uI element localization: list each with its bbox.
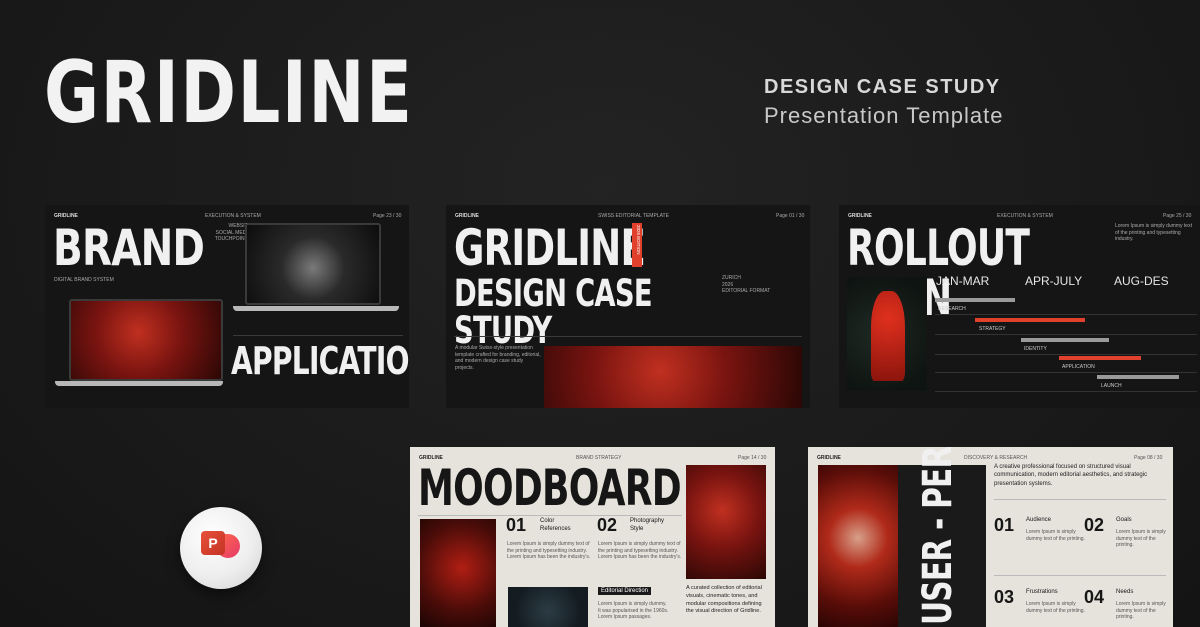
laptop-photo-portrait [245, 223, 381, 305]
mood-photo-dress [420, 519, 496, 627]
item-number: 02 [597, 515, 618, 535]
item-label: Goals [1116, 517, 1132, 523]
slide-subtitle: DIGITAL BRAND SYSTEM [54, 277, 114, 283]
slide-page: Page 08 / 30 [1134, 455, 1163, 461]
moodboard-caption: A curated collection of editorial visual… [686, 585, 762, 615]
tagline-line2: Presentation Template [764, 103, 1004, 128]
persona-vertical-title: USER - PERSONA [915, 447, 961, 625]
item-label: Frustrations [1026, 589, 1058, 595]
red-figure [871, 291, 905, 381]
main-title: GRIDLINE [44, 43, 414, 143]
slide-moodboard[interactable]: GRIDLINE BRAND STRATEGY Page 14 / 30 MOO… [410, 447, 775, 627]
slide-note: Lorem Ipsum is simply dummy text of the … [1115, 223, 1192, 242]
item-number: 03 [994, 587, 1015, 607]
slide-cover[interactable]: GRIDLINE SWISS EDITORIAL TEMPLATE Page 0… [446, 205, 810, 408]
gantt-line [935, 391, 1197, 392]
gantt-bar-identity [1021, 338, 1109, 342]
slide-brand-application[interactable]: GRIDLINE EXECUTION & SYSTEM Page 23 / 30… [45, 205, 409, 408]
editorial-label: Editorial Direction [598, 587, 652, 595]
menu-item: TOUCHPOINTS [214, 236, 251, 242]
bullet-item: Lorem Ipsum passages. [598, 614, 652, 620]
divider [994, 575, 1166, 576]
divider [994, 499, 1166, 500]
item-number: 04 [1084, 587, 1105, 607]
rollout-photo [847, 277, 927, 391]
item-number: 01 [994, 515, 1015, 535]
powerpoint-icon: P [201, 531, 225, 555]
gantt-bar-strategy [975, 318, 1085, 322]
gantt-bar-application [1059, 356, 1141, 360]
persona-intro: A creative professional focused on struc… [994, 464, 1148, 487]
gantt-line [935, 354, 1197, 355]
slide-subtitle: DESIGN CASE STUDY [454, 272, 653, 352]
item-label: Audience [1026, 517, 1052, 523]
divider [418, 515, 682, 516]
edition-label: 2026 EDITION [636, 225, 641, 255]
tagline-line1: DESIGN CASE STUDY [764, 76, 1001, 98]
gantt-label: STRATEGY [979, 326, 1006, 332]
bullet-list: Lorem Ipsum is simply dummy. It was popu… [598, 601, 682, 621]
item-label: Color References [540, 518, 571, 533]
gantt-label: IDENTITY [1024, 346, 1047, 352]
gantt-label: LAUNCH [1101, 383, 1122, 389]
slide-rollout-plan[interactable]: GRIDLINE EXECUTION & SYSTEM Page 25 / 30… [839, 205, 1200, 408]
gantt-label: APPLICATION [1062, 364, 1095, 370]
slide-user-persona[interactable]: GRIDLINE DISCOVERY & RESEARCH Page 08 / … [808, 447, 1173, 627]
divider [233, 335, 403, 336]
slide-title: GRIDLINE [454, 219, 646, 277]
item-description: Lorem Ipsum is simply dummy text of the … [1026, 529, 1085, 542]
item-description: Lorem Ipsum is simply dummy text of the … [1116, 529, 1166, 548]
slide-page: Page 25 / 30 [1163, 213, 1192, 219]
slide-description: A modular Swiss-style presentation templ… [455, 345, 541, 371]
meta-item: EDITORIAL FORMAT [722, 288, 771, 294]
laptop-photo-flowers [69, 299, 223, 381]
divider [454, 336, 802, 337]
persona-photo [818, 465, 898, 627]
gantt-line [935, 372, 1197, 373]
period-3: AUG-DES [1114, 274, 1169, 288]
gantt-label: RESEARCH [938, 306, 966, 312]
edition-tag: 2026 EDITION [632, 223, 642, 267]
persona-vertical-panel: USER - PERSONA [898, 447, 986, 627]
slide-section: EXECUTION & SYSTEM [205, 213, 261, 219]
mood-photo-red [686, 465, 766, 579]
slide-page: Page 14 / 30 [738, 455, 767, 461]
period-2: APR-JULY [1025, 274, 1083, 288]
gantt-line [935, 314, 1197, 315]
slide-page: Page 23 / 30 [373, 213, 402, 219]
slide-title: BRAND [53, 219, 205, 277]
slide-meta: ZURICH 2026 EDITORIAL FORMAT [722, 275, 770, 295]
item-number: 01 [506, 515, 527, 535]
item-number: 02 [1084, 515, 1105, 535]
tagline: DESIGN CASE STUDY Presentation Template [764, 74, 1004, 131]
gantt-bar-launch [1097, 375, 1179, 379]
mood-photo-seated [508, 587, 588, 627]
persona-vertical-wrap: USER - PERSONA [915, 447, 961, 625]
item-description: Lorem Ipsum is simply dummy text of the … [1026, 601, 1085, 614]
period-1: JAN-MAR [936, 274, 990, 288]
laptop-base [233, 306, 399, 311]
item-label: Needs [1116, 589, 1134, 595]
slide-title: MOODBOARD [418, 459, 682, 517]
slide-bottom-title: APPLICATION [231, 339, 409, 383]
gantt-line [935, 334, 1197, 335]
item-description: Lorem Ipsum is simply dummy text of the … [598, 541, 682, 560]
slide-section: DISCOVERY & RESEARCH [964, 455, 1028, 461]
slide-page: Page 01 / 30 [776, 213, 805, 219]
item-description: Lorem Ipsum is simply dummy text of the … [1116, 601, 1166, 620]
laptop-base [55, 381, 223, 386]
slide-menu: WEBSITE SOCIAL MEDIA TOUCHPOINTS [203, 223, 251, 243]
powerpoint-badge: P [180, 507, 262, 589]
cover-photo [544, 346, 802, 408]
item-label: Photography Style [630, 518, 665, 533]
gantt-bar-research [935, 298, 1015, 302]
item-description: Lorem Ipsum is simply dummy text of the … [507, 541, 591, 560]
slide-logo: GRIDLINE [817, 455, 841, 461]
